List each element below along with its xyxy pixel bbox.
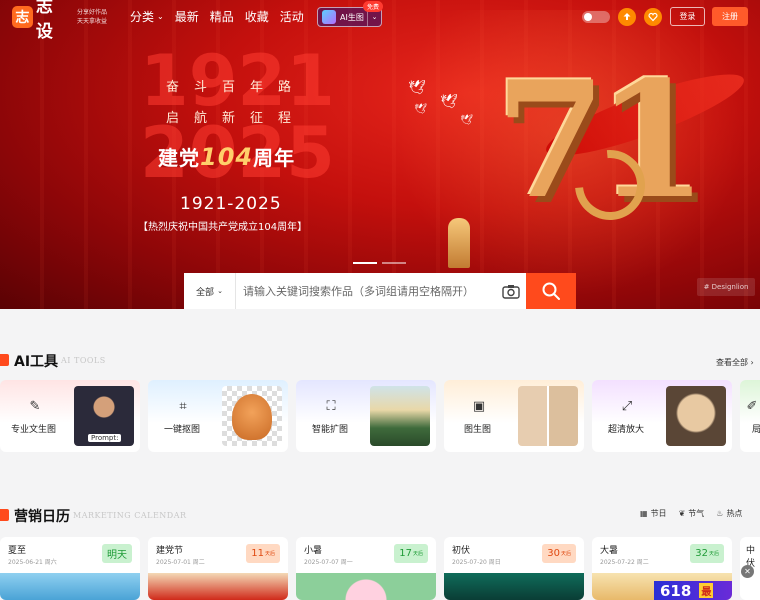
section-title: AI工具: [14, 354, 59, 370]
nav-favorites[interactable]: 收藏: [245, 8, 269, 25]
nav-events[interactable]: 活动: [280, 8, 304, 25]
hero-banner[interactable]: 1921 2025 奋斗百年路 启航新征程 建党104周年 1921-2025 …: [0, 0, 760, 309]
search-bar: 全部 ⌄: [184, 273, 576, 309]
top-bar: 志 志设 分享好作品 天天拿收益 分类 ⌄ 最新 精品 收藏 活动 AI生图 ⌄ …: [0, 0, 760, 42]
countdown-badge: 30 天后: [542, 544, 576, 563]
dove-icon: 🕊: [414, 104, 427, 115]
site-logo[interactable]: 志 志设: [12, 0, 70, 42]
hero-party-title: 建党104周年: [158, 143, 296, 171]
calendar-filters: ▦ 节日 ❦ 节气 ♨ 热点: [640, 508, 754, 519]
register-button[interactable]: 注册: [712, 7, 748, 26]
day-thumbnail: [296, 573, 436, 600]
cutout-icon: ⌗: [179, 398, 187, 414]
countdown-badge: 11 天后: [246, 544, 280, 563]
edit-icon: ✐: [746, 398, 758, 414]
section-subtitle: MARKETING CALENDAR: [73, 511, 187, 520]
countdown-badge: 17 天后: [394, 544, 428, 563]
section-subtitle: AI TOOLS: [61, 356, 106, 365]
main-nav: 分类 ⌄ 最新 精品 收藏 活动: [130, 8, 315, 25]
tool-thumbnail: [222, 386, 282, 446]
enlarge-icon: ⤢: [621, 398, 633, 414]
trumpeter-figure: [448, 218, 470, 268]
dove-icon: 🕊: [460, 115, 473, 126]
chevron-down-icon: ⌄: [217, 287, 223, 295]
calendar-day-card[interactable]: 夏至 2025-06-21 周六 明天: [0, 537, 140, 600]
tool-thumbnail: [666, 386, 726, 446]
hero-year-span: 1921-2025: [180, 194, 282, 214]
day-thumbnail: [444, 573, 584, 600]
calendar-day-card[interactable]: 小暑 2025-07-07 周一 17 天后: [296, 537, 436, 600]
camera-search-icon[interactable]: [496, 273, 526, 309]
expand-icon: ⛶: [326, 398, 336, 414]
tool-thumbnail: Prompt:: [74, 386, 134, 446]
toggle-knob: [584, 13, 592, 21]
image-icon: ▣: [472, 398, 486, 414]
filter-festival[interactable]: ▦ 节日: [640, 508, 667, 519]
view-all-link[interactable]: 查看全部 ›: [716, 357, 754, 368]
logo-icon: 志: [12, 6, 33, 28]
chevron-down-icon: ⌄: [157, 12, 164, 21]
search-scope-select[interactable]: 全部 ⌄: [184, 273, 236, 309]
filter-solar-term[interactable]: ❦ 节气: [679, 508, 705, 519]
carousel-dots[interactable]: [353, 262, 411, 264]
tool-expand[interactable]: ⛶ 智能扩图: [296, 380, 436, 452]
tool-upscale[interactable]: ⤢ 超清放大: [592, 380, 732, 452]
filter-hot[interactable]: ♨ 热点: [716, 508, 742, 519]
day-thumbnail: [148, 573, 288, 600]
nav-latest[interactable]: 最新: [175, 8, 199, 25]
promo-banner[interactable]: 618 最: [654, 581, 732, 600]
day-thumbnail: [0, 573, 140, 600]
calendar-day-card[interactable]: 大暑 2025-07-22 周二 32 天后 618 最: [592, 537, 732, 600]
logo-text: 志设: [35, 0, 54, 42]
countdown-badge: 32 天后: [690, 544, 724, 563]
designer-tag[interactable]: # Designlion: [697, 278, 755, 296]
vip-heart-icon[interactable]: [644, 8, 662, 26]
ai-tools-list: ✎ 专业文生图 Prompt: ⌗ 一键抠图 ⛶ 智能扩图 ▣ 图生图 ⤢ 超清…: [0, 380, 760, 452]
hero-celebrate-text: 【热烈庆祝中国共产党成立104周年】: [138, 222, 308, 233]
nav-category[interactable]: 分类 ⌄: [130, 8, 164, 25]
flame-icon: ♨: [716, 509, 724, 518]
section-marker: [0, 354, 9, 366]
calendar-day-card[interactable]: 建党节 2025-07-01 周二 11 天后: [148, 537, 288, 600]
tool-partial[interactable]: ✐ 局: [740, 380, 760, 452]
carousel-dot-1[interactable]: [353, 262, 377, 264]
free-badge: 免费: [363, 1, 384, 12]
section-title: 营销日历: [14, 509, 70, 525]
hero-slogan-line-2: 启航新征程: [166, 111, 307, 126]
tool-thumbnail: [370, 386, 430, 446]
leaf-icon: ❦: [678, 509, 686, 518]
theme-toggle[interactable]: [582, 11, 610, 23]
site-slogan: 分享好作品 天天拿收益: [77, 9, 108, 25]
tool-cutout[interactable]: ⌗ 一键抠图: [148, 380, 288, 452]
nav-featured[interactable]: 精品: [210, 8, 234, 25]
dove-icon: 🕊: [408, 80, 426, 96]
calendar-icon: ▦: [640, 509, 648, 518]
login-button[interactable]: 登录: [670, 7, 705, 26]
search-input[interactable]: [236, 274, 496, 308]
calendar-day-list: 夏至 2025-06-21 周六 明天 建党节 2025-07-01 周二 11…: [0, 537, 760, 600]
carousel-dot-2[interactable]: [382, 262, 406, 264]
upload-icon[interactable]: [618, 8, 636, 26]
close-icon[interactable]: ✕: [741, 565, 754, 578]
hero-slogan-line-1: 奋斗百年路: [166, 80, 307, 95]
search-button[interactable]: [526, 273, 576, 309]
ai-sparkle-icon: [322, 10, 336, 24]
countdown-badge: 明天: [102, 544, 132, 563]
tool-text-to-image[interactable]: ✎ 专业文生图 Prompt:: [0, 380, 140, 452]
ai-tools-header: AI工具 AI TOOLS 查看全部 ›: [0, 350, 760, 370]
dove-icon: 🕊: [440, 94, 458, 110]
search-icon: [542, 282, 560, 300]
calendar-day-card[interactable]: 初伏 2025-07-20 周日 30 天后: [444, 537, 584, 600]
tool-thumbnail: [518, 386, 578, 446]
section-marker: [0, 509, 9, 521]
brush-icon: ✎: [29, 398, 41, 414]
tool-image-to-image[interactable]: ▣ 图生图: [444, 380, 584, 452]
